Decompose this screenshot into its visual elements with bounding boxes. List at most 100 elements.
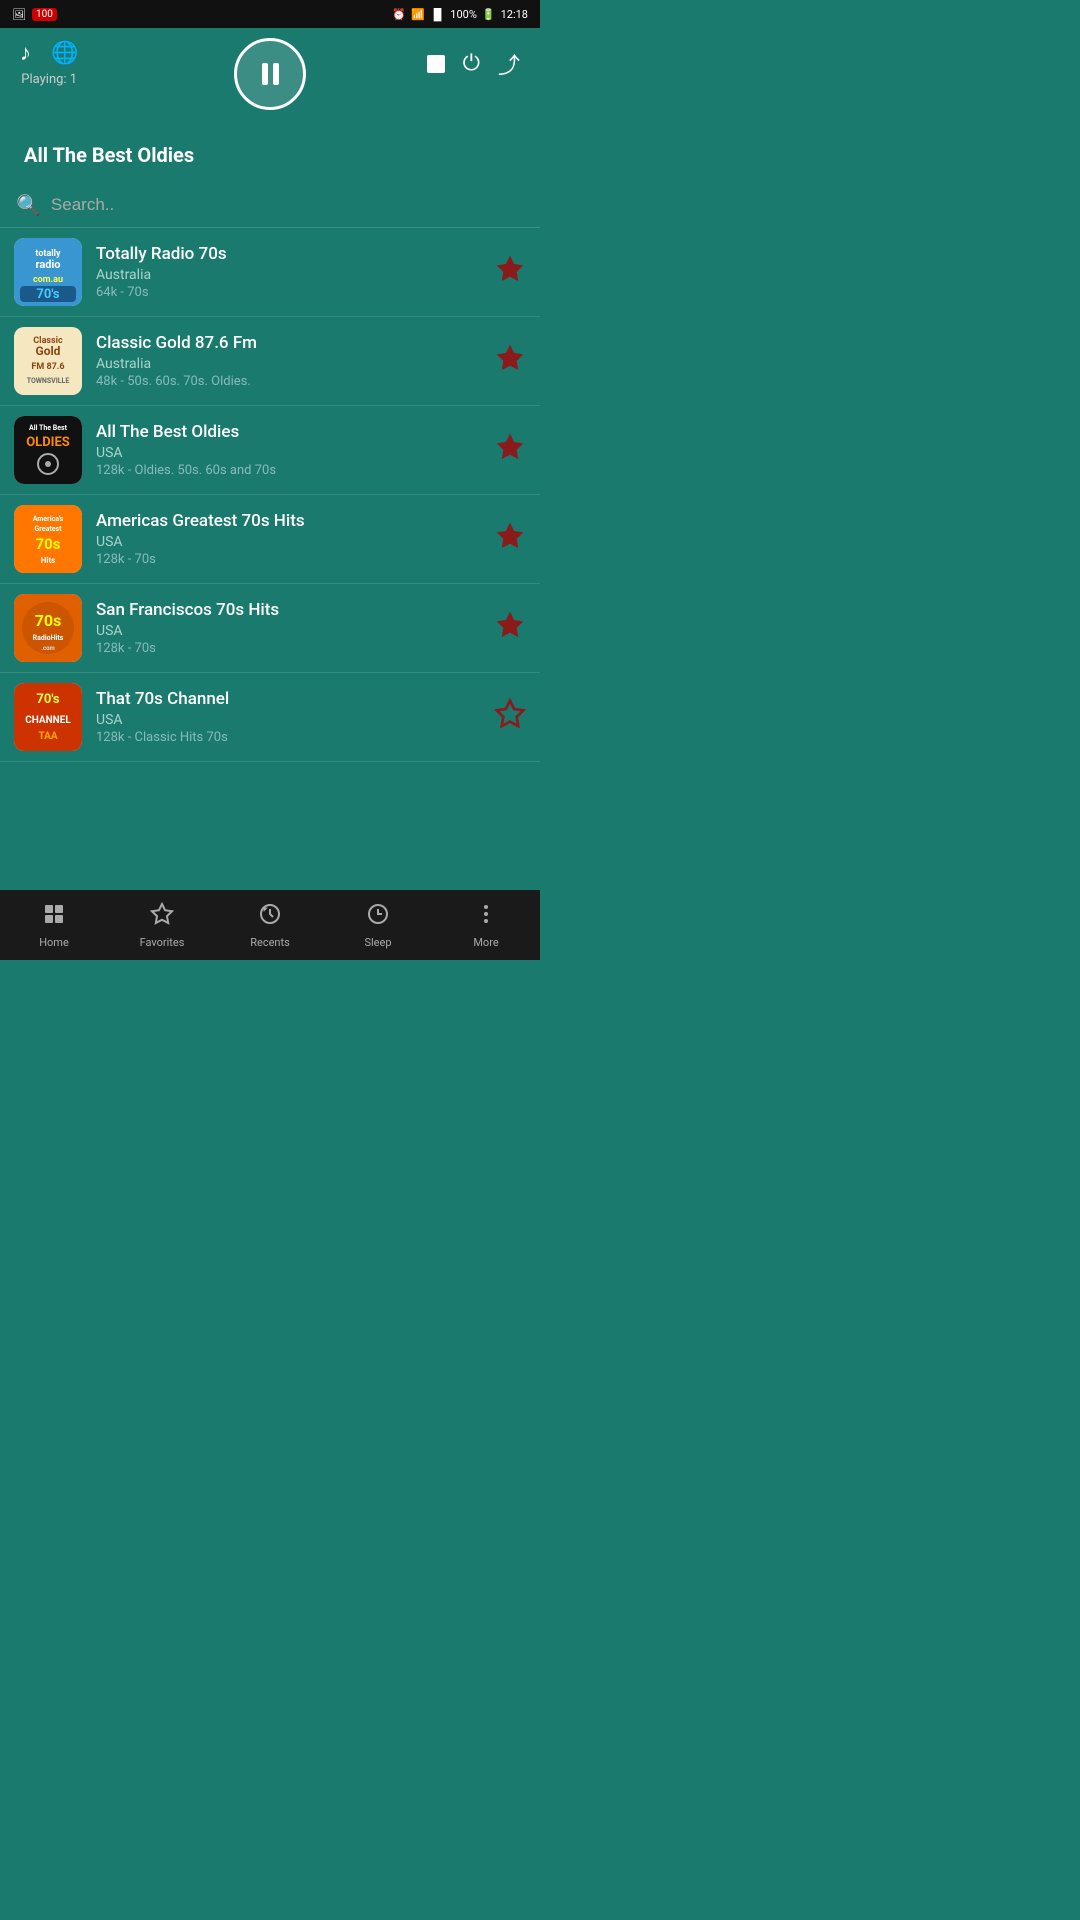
clock-time: 12:18 [501,8,528,21]
favorite-button[interactable] [494,431,526,470]
station-meta: 128k - Oldies. 50s. 60s and 70s [96,463,480,478]
nav-home-label: Home [39,936,69,949]
station-meta: 128k - 70s [96,552,480,567]
station-item[interactable]: America's Greatest 70s Hits Americas Gre… [0,495,540,584]
app-icon: 100 [32,8,57,21]
more-icon [474,902,498,932]
svg-text:TAA: TAA [38,731,57,742]
svg-text:70's: 70's [36,692,59,707]
nav-more-label: More [473,936,498,949]
svg-text:Hits: Hits [41,556,56,565]
search-input[interactable] [51,195,524,215]
recents-icon [258,902,282,932]
station-name: Americas Greatest 70s Hits [96,511,480,531]
station-name: Classic Gold 87.6 Fm [96,333,480,353]
battery-label: 100% [450,8,477,21]
station-name: All The Best Oldies [96,422,480,442]
status-left: 🖼 100 [12,8,57,21]
svg-text:TOWNSVILLE: TOWNSVILLE [27,377,70,385]
battery-icon: 🔋 [482,8,496,21]
station-info: That 70s Channel USA 128k - Classic Hits 7… [96,689,480,745]
svg-text:OLDIES: OLDIES [26,435,70,450]
sleep-icon [366,902,390,932]
svg-text:All The Best: All The Best [29,424,68,432]
status-right: ⏰ 📶 ▐▌ 100% 🔋 12:18 [392,8,528,21]
station-info: Totally Radio 70sAustralia64k - 70s [96,244,480,300]
station-logo: Classic Gold FM 87.6 TOWNSVILLE [14,327,82,395]
station-info: All The Best Oldies USA 128k - Oldies. 50s… [96,422,480,478]
share-button[interactable] [498,48,520,80]
favorite-button[interactable] [494,520,526,559]
nav-favorites-label: Favorites [140,936,185,949]
svg-text:Gold: Gold [36,344,61,358]
status-bar: 🖼 100 ⏰ 📶 ▐▌ 100% 🔋 12:18 [0,0,540,28]
pause-icon [259,63,281,85]
station-logo: totally radio com.au 70's [14,238,82,306]
station-list: totally radio com.au 70's Totally Radio … [0,228,540,762]
station-meta: 128k - 70s [96,641,480,656]
svg-text:FM 87.6: FM 87.6 [31,362,64,372]
power-button[interactable] [463,51,480,76]
station-country: USA [96,445,480,461]
station-logo: 70s RadioHits .com [14,594,82,662]
station-meta: 48k - 50s. 60s. 70s. Oldies. [96,374,480,389]
player-header: Playing: 1 All The Best Oldies [0,28,540,183]
station-item[interactable]: 70's CHANNEL TAA That 70s Channel USA 128k… [0,673,540,762]
header-left-icons: Playing: 1 [20,40,78,87]
nav-recents[interactable]: Recents [240,902,300,949]
station-item[interactable]: Classic Gold FM 87.6 TOWNSVILLE Classic … [0,317,540,406]
svg-text:radio: radio [35,258,60,271]
pause-button[interactable] [234,38,306,110]
globe-icon[interactable] [51,40,78,66]
station-country: Australia [96,267,480,283]
favorite-button[interactable] [494,342,526,381]
station-item[interactable]: All The Best OLDIES All The Best Oldies U… [0,406,540,495]
station-logo: America's Greatest 70s Hits [14,505,82,573]
station-info: San Franciscos 70s Hits USA 128k - 70s [96,600,480,656]
bottom-nav: Home Favorites Recents Sleep [0,890,540,960]
now-playing-title: All The Best Oldies [20,143,520,167]
station-logo: 70's CHANNEL TAA [14,683,82,751]
svg-text:com.au: com.au [33,275,63,285]
favorite-button[interactable] [494,609,526,648]
station-country: USA [96,712,480,728]
wifi-icon: 📶 [411,8,425,21]
station-name: Totally Radio 70s [96,244,480,264]
favorites-icon [150,902,174,932]
home-icon [42,902,66,932]
station-meta: 128k - Classic Hits 70s [96,730,480,745]
alarm-icon: ⏰ [392,8,406,21]
header-icons-row: Playing: 1 [20,40,520,87]
header-right-icons [427,48,520,80]
station-country: Australia [96,356,480,372]
music-icon[interactable] [20,40,31,66]
svg-text:70s: 70s [35,611,62,630]
favorite-button[interactable] [494,698,526,737]
station-name: That 70s Channel [96,689,480,709]
svg-text:America's: America's [33,515,64,523]
favorite-button[interactable] [494,253,526,292]
station-item[interactable]: totally radio com.au 70's Totally Radio … [0,228,540,317]
nav-sleep-label: Sleep [364,936,391,949]
playing-label: Playing: 1 [21,72,77,87]
nav-more[interactable]: More [456,902,516,949]
svg-text:70's: 70's [36,287,59,302]
station-logo: All The Best OLDIES [14,416,82,484]
station-country: USA [96,534,480,550]
svg-text:.com: .com [41,645,54,652]
station-info: Americas Greatest 70s Hits USA 128k - 70s [96,511,480,567]
station-info: Classic Gold 87.6 Fm Australia 48k - 50s. … [96,333,480,389]
nav-sleep[interactable]: Sleep [348,902,408,949]
search-icon: 🔍 [16,193,41,217]
station-country: USA [96,623,480,639]
signal-icon: ▐▌ [430,8,446,21]
station-item[interactable]: 70s RadioHits .com San Franciscos 70s Hi… [0,584,540,673]
station-name: San Franciscos 70s Hits [96,600,480,620]
svg-text:RadioHits: RadioHits [33,634,64,642]
nav-favorites[interactable]: Favorites [132,902,192,949]
svg-text:70s: 70s [36,535,61,553]
svg-text:CHANNEL: CHANNEL [25,715,71,726]
photo-icon: 🖼 [12,8,26,21]
stop-button[interactable] [427,55,445,73]
nav-home[interactable]: Home [24,902,84,949]
